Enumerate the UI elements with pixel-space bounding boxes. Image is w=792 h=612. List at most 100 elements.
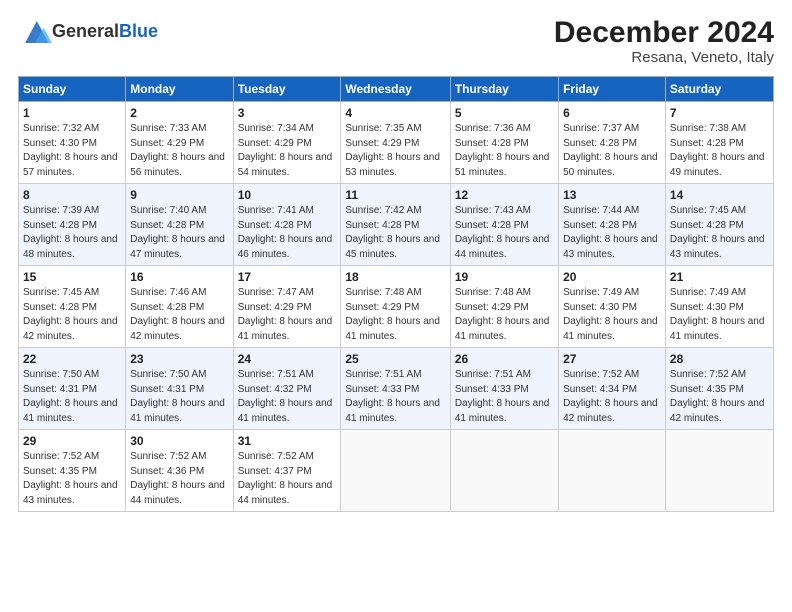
- calendar-cell: 21 Sunrise: 7:49 AM Sunset: 4:30 PM Dayl…: [665, 266, 773, 348]
- day-number: 9: [130, 188, 228, 202]
- day-info: Sunrise: 7:52 AM Sunset: 4:36 PM Dayligh…: [130, 450, 228, 508]
- calendar-cell: 12 Sunrise: 7:43 AM Sunset: 4:28 PM Dayl…: [450, 184, 558, 266]
- calendar-week-row: 22 Sunrise: 7:50 AM Sunset: 4:31 PM Dayl…: [19, 348, 774, 430]
- day-number: 19: [455, 270, 554, 284]
- day-number: 15: [23, 270, 121, 284]
- day-info: Sunrise: 7:41 AM Sunset: 4:28 PM Dayligh…: [238, 204, 337, 262]
- day-number: 4: [345, 106, 445, 120]
- day-info: Sunrise: 7:52 AM Sunset: 4:34 PM Dayligh…: [563, 368, 661, 426]
- day-number: 28: [670, 352, 769, 366]
- calendar-cell: 26 Sunrise: 7:51 AM Sunset: 4:33 PM Dayl…: [450, 348, 558, 430]
- day-number: 23: [130, 352, 228, 366]
- calendar-cell: 19 Sunrise: 7:48 AM Sunset: 4:29 PM Dayl…: [450, 266, 558, 348]
- calendar-cell: 22 Sunrise: 7:50 AM Sunset: 4:31 PM Dayl…: [19, 348, 126, 430]
- col-saturday: Saturday: [665, 77, 773, 102]
- day-number: 25: [345, 352, 445, 366]
- calendar-cell: 7 Sunrise: 7:38 AM Sunset: 4:28 PM Dayli…: [665, 102, 773, 184]
- day-number: 12: [455, 188, 554, 202]
- day-info: Sunrise: 7:42 AM Sunset: 4:28 PM Dayligh…: [345, 204, 445, 262]
- calendar-cell: [559, 430, 666, 512]
- calendar-cell: 9 Sunrise: 7:40 AM Sunset: 4:28 PM Dayli…: [126, 184, 233, 266]
- day-info: Sunrise: 7:44 AM Sunset: 4:28 PM Dayligh…: [563, 204, 661, 262]
- day-number: 3: [238, 106, 337, 120]
- calendar-week-row: 15 Sunrise: 7:45 AM Sunset: 4:28 PM Dayl…: [19, 266, 774, 348]
- page: GeneralBlue December 2024 Resana, Veneto…: [0, 0, 792, 612]
- day-info: Sunrise: 7:46 AM Sunset: 4:28 PM Dayligh…: [130, 286, 228, 344]
- day-number: 10: [238, 188, 337, 202]
- calendar-cell: [450, 430, 558, 512]
- calendar-cell: 18 Sunrise: 7:48 AM Sunset: 4:29 PM Dayl…: [341, 266, 450, 348]
- day-info: Sunrise: 7:52 AM Sunset: 4:35 PM Dayligh…: [670, 368, 769, 426]
- col-monday: Monday: [126, 77, 233, 102]
- calendar-title: December 2024: [554, 16, 774, 49]
- day-info: Sunrise: 7:51 AM Sunset: 4:33 PM Dayligh…: [455, 368, 554, 426]
- day-info: Sunrise: 7:43 AM Sunset: 4:28 PM Dayligh…: [455, 204, 554, 262]
- day-number: 20: [563, 270, 661, 284]
- calendar-cell: 15 Sunrise: 7:45 AM Sunset: 4:28 PM Dayl…: [19, 266, 126, 348]
- calendar-cell: 27 Sunrise: 7:52 AM Sunset: 4:34 PM Dayl…: [559, 348, 666, 430]
- day-number: 31: [238, 434, 337, 448]
- day-info: Sunrise: 7:48 AM Sunset: 4:29 PM Dayligh…: [455, 286, 554, 344]
- day-info: Sunrise: 7:45 AM Sunset: 4:28 PM Dayligh…: [670, 204, 769, 262]
- day-info: Sunrise: 7:49 AM Sunset: 4:30 PM Dayligh…: [670, 286, 769, 344]
- day-number: 8: [23, 188, 121, 202]
- calendar-cell: 25 Sunrise: 7:51 AM Sunset: 4:33 PM Dayl…: [341, 348, 450, 430]
- calendar-cell: 13 Sunrise: 7:44 AM Sunset: 4:28 PM Dayl…: [559, 184, 666, 266]
- col-sunday: Sunday: [19, 77, 126, 102]
- day-info: Sunrise: 7:47 AM Sunset: 4:29 PM Dayligh…: [238, 286, 337, 344]
- calendar-cell: 10 Sunrise: 7:41 AM Sunset: 4:28 PM Dayl…: [233, 184, 341, 266]
- title-block: December 2024 Resana, Veneto, Italy: [554, 16, 774, 66]
- day-number: 18: [345, 270, 445, 284]
- day-number: 21: [670, 270, 769, 284]
- day-number: 6: [563, 106, 661, 120]
- day-number: 5: [455, 106, 554, 120]
- day-info: Sunrise: 7:45 AM Sunset: 4:28 PM Dayligh…: [23, 286, 121, 344]
- calendar-header-row: Sunday Monday Tuesday Wednesday Thursday…: [19, 77, 774, 102]
- day-info: Sunrise: 7:48 AM Sunset: 4:29 PM Dayligh…: [345, 286, 445, 344]
- day-number: 2: [130, 106, 228, 120]
- header: GeneralBlue December 2024 Resana, Veneto…: [18, 16, 774, 66]
- calendar-cell: 23 Sunrise: 7:50 AM Sunset: 4:31 PM Dayl…: [126, 348, 233, 430]
- calendar-cell: 29 Sunrise: 7:52 AM Sunset: 4:35 PM Dayl…: [19, 430, 126, 512]
- calendar-cell: 2 Sunrise: 7:33 AM Sunset: 4:29 PM Dayli…: [126, 102, 233, 184]
- day-info: Sunrise: 7:33 AM Sunset: 4:29 PM Dayligh…: [130, 122, 228, 180]
- calendar-cell: 3 Sunrise: 7:34 AM Sunset: 4:29 PM Dayli…: [233, 102, 341, 184]
- day-info: Sunrise: 7:50 AM Sunset: 4:31 PM Dayligh…: [130, 368, 228, 426]
- day-number: 11: [345, 188, 445, 202]
- calendar-week-row: 1 Sunrise: 7:32 AM Sunset: 4:30 PM Dayli…: [19, 102, 774, 184]
- day-info: Sunrise: 7:40 AM Sunset: 4:28 PM Dayligh…: [130, 204, 228, 262]
- calendar-cell: 6 Sunrise: 7:37 AM Sunset: 4:28 PM Dayli…: [559, 102, 666, 184]
- day-info: Sunrise: 7:38 AM Sunset: 4:28 PM Dayligh…: [670, 122, 769, 180]
- calendar-cell: 20 Sunrise: 7:49 AM Sunset: 4:30 PM Dayl…: [559, 266, 666, 348]
- calendar-week-row: 29 Sunrise: 7:52 AM Sunset: 4:35 PM Dayl…: [19, 430, 774, 512]
- day-number: 29: [23, 434, 121, 448]
- day-info: Sunrise: 7:34 AM Sunset: 4:29 PM Dayligh…: [238, 122, 337, 180]
- logo: GeneralBlue: [18, 16, 158, 48]
- calendar-cell: 8 Sunrise: 7:39 AM Sunset: 4:28 PM Dayli…: [19, 184, 126, 266]
- col-friday: Friday: [559, 77, 666, 102]
- calendar-cell: 30 Sunrise: 7:52 AM Sunset: 4:36 PM Dayl…: [126, 430, 233, 512]
- day-number: 22: [23, 352, 121, 366]
- calendar-cell: 4 Sunrise: 7:35 AM Sunset: 4:29 PM Dayli…: [341, 102, 450, 184]
- day-number: 1: [23, 106, 121, 120]
- calendar-table: Sunday Monday Tuesday Wednesday Thursday…: [18, 76, 774, 512]
- logo-general-text: General: [52, 21, 119, 41]
- calendar-cell: 28 Sunrise: 7:52 AM Sunset: 4:35 PM Dayl…: [665, 348, 773, 430]
- col-tuesday: Tuesday: [233, 77, 341, 102]
- day-number: 14: [670, 188, 769, 202]
- calendar-cell: 11 Sunrise: 7:42 AM Sunset: 4:28 PM Dayl…: [341, 184, 450, 266]
- calendar-cell: 24 Sunrise: 7:51 AM Sunset: 4:32 PM Dayl…: [233, 348, 341, 430]
- day-info: Sunrise: 7:51 AM Sunset: 4:32 PM Dayligh…: [238, 368, 337, 426]
- day-number: 16: [130, 270, 228, 284]
- logo-blue-text: Blue: [119, 21, 158, 41]
- calendar-cell: 5 Sunrise: 7:36 AM Sunset: 4:28 PM Dayli…: [450, 102, 558, 184]
- day-number: 30: [130, 434, 228, 448]
- day-info: Sunrise: 7:49 AM Sunset: 4:30 PM Dayligh…: [563, 286, 661, 344]
- day-info: Sunrise: 7:32 AM Sunset: 4:30 PM Dayligh…: [23, 122, 121, 180]
- day-info: Sunrise: 7:36 AM Sunset: 4:28 PM Dayligh…: [455, 122, 554, 180]
- logo-icon: [20, 16, 52, 48]
- col-thursday: Thursday: [450, 77, 558, 102]
- col-wednesday: Wednesday: [341, 77, 450, 102]
- day-number: 7: [670, 106, 769, 120]
- day-number: 13: [563, 188, 661, 202]
